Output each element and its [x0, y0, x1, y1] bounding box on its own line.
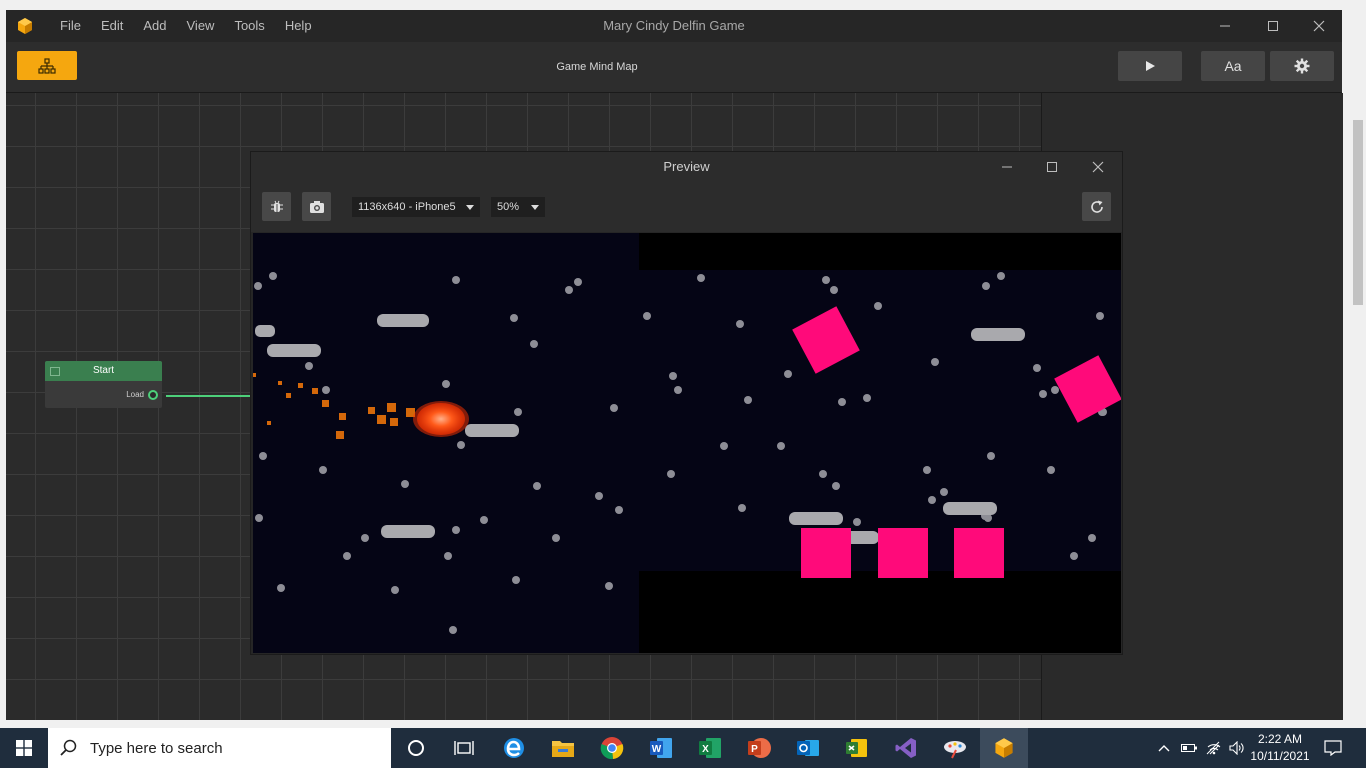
zoom-select[interactable]: 50% — [491, 197, 545, 217]
preview-title-bar: Preview — [251, 152, 1122, 182]
project-icon — [846, 739, 867, 757]
font-button[interactable]: Aa — [1201, 51, 1265, 81]
close-icon — [1313, 20, 1325, 32]
taskbar-visual-studio[interactable] — [882, 728, 930, 768]
taskbar-game-builder[interactable] — [980, 728, 1028, 768]
zoom-value: 50% — [497, 201, 520, 213]
excel-icon: X — [699, 738, 721, 758]
game-scene — [253, 233, 1121, 653]
preview-close-button[interactable] — [1075, 152, 1121, 182]
notification-icon — [1324, 740, 1342, 756]
taskbar-file-explorer[interactable] — [539, 728, 587, 768]
start-node[interactable]: Start Load — [45, 361, 162, 408]
taskbar-project[interactable] — [833, 728, 881, 768]
preview-maximize-button[interactable] — [1029, 152, 1075, 182]
chrome-icon — [600, 737, 624, 760]
debug-button[interactable] — [262, 192, 291, 221]
cortana-button[interactable] — [392, 728, 440, 768]
close-icon — [1092, 161, 1104, 173]
settings-button[interactable] — [1270, 51, 1334, 81]
game-viewport[interactable] — [253, 233, 1121, 653]
wifi-icon — [1206, 741, 1221, 755]
taskbar-paint[interactable] — [931, 728, 979, 768]
node-port-label: Load — [126, 390, 144, 399]
windows-icon — [16, 740, 32, 756]
speaker-icon — [1229, 741, 1244, 755]
search-placeholder: Type here to search — [90, 739, 223, 757]
toolbar-title: Game Mind Map — [556, 61, 638, 73]
title-bar: File Edit Add View Tools Help Mary Cindy… — [6, 10, 1342, 42]
main-toolbar: Game Mind Map Aa — [6, 42, 1342, 93]
folder-icon — [552, 741, 574, 757]
network-button[interactable] — [1204, 728, 1224, 768]
taskbar-excel[interactable]: X — [686, 728, 734, 768]
svg-text:W: W — [652, 744, 662, 755]
clock-date: 10/11/2021 — [1250, 749, 1310, 763]
search-icon — [60, 739, 77, 756]
paint-icon — [944, 741, 966, 759]
maximize-icon — [1047, 162, 1057, 172]
taskbar-outlook[interactable] — [784, 728, 832, 768]
powerpoint-icon: P — [748, 738, 771, 758]
start-node-header: Start — [45, 361, 162, 381]
svg-text:P: P — [751, 744, 758, 755]
node-connection-wire — [166, 395, 256, 397]
start-button[interactable] — [0, 728, 48, 768]
taskbar-edge[interactable] — [490, 728, 538, 768]
node-output-port[interactable] — [148, 390, 158, 400]
minimize-button[interactable] — [1202, 10, 1248, 42]
visual-studio-icon — [895, 738, 916, 758]
scrollbar-thumb[interactable] — [1353, 120, 1363, 305]
player-ball — [417, 403, 465, 435]
screenshot-button[interactable] — [302, 192, 331, 221]
resolution-value: 1136x640 - iPhone5 — [358, 201, 456, 213]
search-box[interactable]: Type here to search — [48, 728, 391, 768]
outlook-icon — [797, 740, 819, 756]
reload-button[interactable] — [1082, 192, 1111, 221]
task-view-icon — [454, 741, 474, 755]
battery-button[interactable] — [1179, 728, 1199, 768]
camera-icon — [309, 200, 324, 213]
bug-icon — [270, 200, 283, 212]
svg-text:X: X — [702, 744, 709, 755]
resolution-select[interactable]: 1136x640 - iPhone5 — [352, 197, 480, 217]
game-builder-icon — [995, 738, 1013, 758]
letterbox-bottom — [639, 571, 1121, 653]
taskbar-powerpoint[interactable]: P — [735, 728, 783, 768]
taskbar-word[interactable]: W — [637, 728, 685, 768]
task-view-button[interactable] — [440, 728, 488, 768]
clock-time: 2:22 AM — [1257, 732, 1303, 746]
battery-icon — [1181, 744, 1197, 752]
play-button[interactable] — [1118, 51, 1182, 81]
chevron-down-icon — [466, 205, 474, 210]
clock[interactable]: 2:22 AM 10/11/2021 — [1244, 731, 1316, 765]
preview-window: Preview 1136x640 - iPhone5 50% — [251, 152, 1122, 654]
scene-icon — [50, 367, 60, 376]
refresh-icon — [1090, 200, 1103, 213]
cortana-icon — [408, 740, 424, 756]
word-icon: W — [650, 738, 672, 758]
preview-minimize-button[interactable] — [984, 152, 1030, 182]
background-scrollbar[interactable] — [1350, 100, 1366, 728]
edge-icon — [504, 738, 524, 758]
close-button[interactable] — [1296, 10, 1342, 42]
preview-toolbar: 1136x640 - iPhone5 50% — [251, 182, 1122, 232]
chevron-up-icon — [1158, 745, 1170, 752]
letterbox-top — [639, 233, 1121, 270]
taskbar-chrome[interactable] — [588, 728, 636, 768]
minimize-icon — [1220, 25, 1230, 27]
taskbar: Type here to search W X P 2:22 AM 10/11/… — [0, 728, 1366, 768]
window-title: Mary Cindy Delfin Game — [603, 18, 745, 33]
chevron-down-icon — [531, 205, 539, 210]
play-icon — [1146, 61, 1155, 71]
start-node-title: Start — [92, 365, 115, 376]
show-hidden-icons-button[interactable] — [1155, 728, 1173, 768]
maximize-icon — [1268, 21, 1278, 31]
gear-icon — [1294, 58, 1310, 74]
minimize-icon — [1002, 166, 1012, 168]
maximize-button[interactable] — [1250, 10, 1296, 42]
notifications-button[interactable] — [1322, 728, 1344, 768]
